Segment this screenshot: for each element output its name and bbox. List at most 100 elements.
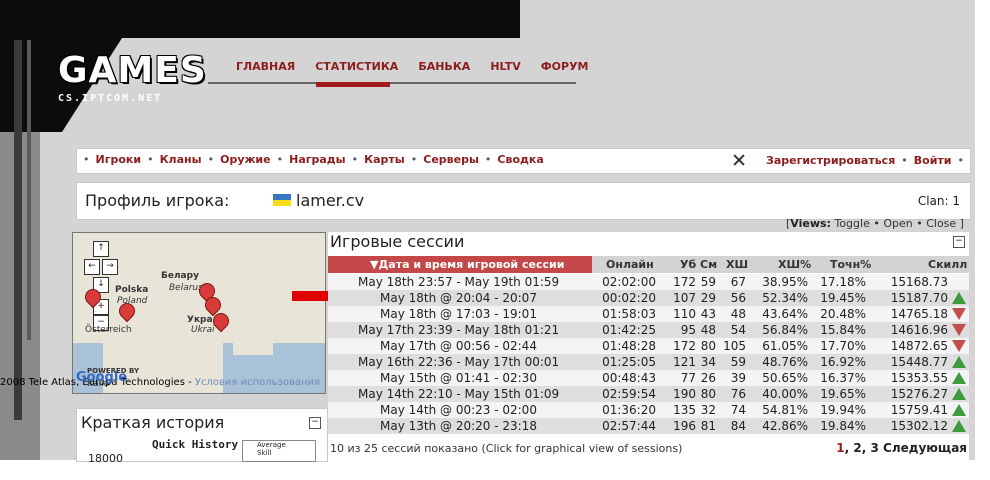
col-headshot-pct[interactable]: ХШ% <box>778 258 811 271</box>
session-date: May 18th @ 17:03 - 19:01 <box>380 307 537 321</box>
ukraine-flag-icon <box>273 194 291 206</box>
map-pan-left-icon[interactable]: ← <box>84 259 100 275</box>
nav-active-indicator <box>316 82 390 87</box>
map-pan-up-icon[interactable]: ↑ <box>93 241 109 257</box>
session-row[interactable]: May 17th 23:39 - May 18th 01:21 01:42:25 9… <box>328 322 969 338</box>
login-link[interactable]: Войти <box>914 154 952 167</box>
menu-summary[interactable]: Сводка <box>497 153 543 166</box>
session-online: 02:57:44 <box>602 419 656 433</box>
session-acc: 19.84% <box>820 419 866 433</box>
register-link[interactable]: Зарегистрироваться <box>766 154 895 167</box>
col-headshots[interactable]: ХШ <box>726 258 748 271</box>
session-date: May 17th @ 00:56 - 02:44 <box>380 339 537 353</box>
map-terms-link[interactable]: Условия использования <box>195 377 320 388</box>
session-online: 01:48:28 <box>602 339 656 353</box>
col-kills[interactable]: Уб <box>680 258 696 271</box>
session-date: May 17th 23:39 - May 18th 01:21 <box>358 323 560 337</box>
session-row[interactable]: May 15th @ 01:41 - 02:30 00:48:43 77 26 39 50… <box>328 370 969 386</box>
session-hs: 76 <box>730 387 746 401</box>
views-controls: [Views: Toggle • Open • Close ] <box>786 217 964 230</box>
session-hs: 39 <box>730 371 746 385</box>
session-row[interactable]: May 14th @ 00:23 - 02:00 01:36:20 135 32 74 5… <box>328 402 969 418</box>
col-online[interactable]: Онлайн <box>606 258 654 271</box>
right-margin <box>975 0 990 460</box>
sessions-footer: 10 из 25 сессий показано (Click for grap… <box>328 440 969 458</box>
session-row[interactable]: May 16th 22:36 - May 17th 00:01 01:25:05 1… <box>328 354 969 370</box>
session-row[interactable]: May 18th @ 17:03 - 19:01 01:58:03 110 43 48 4… <box>328 306 969 322</box>
views-open[interactable]: Open <box>883 217 912 230</box>
menu-weapons[interactable]: Оружие <box>220 153 271 166</box>
nav-home[interactable]: ГЛАВНАЯ <box>236 60 295 73</box>
session-acc: 17.18% <box>820 275 866 289</box>
trend-up-icon <box>952 356 966 368</box>
session-row[interactable]: May 14th 22:10 - May 15th 01:09 02:59:54 1… <box>328 386 969 402</box>
session-row[interactable]: May 17th @ 00:56 - 02:44 01:48:28 172 80 105… <box>328 338 969 354</box>
views-close[interactable]: Close <box>926 217 956 230</box>
session-hsp: 54.81% <box>762 403 808 417</box>
page-3[interactable]: 3 <box>870 441 878 455</box>
nav-forum[interactable]: ФОРУМ <box>541 60 589 73</box>
nav-stats[interactable]: СТАТИСТИКА <box>315 60 398 73</box>
session-hsp: 50.65% <box>762 371 808 385</box>
menu-awards[interactable]: Награды <box>289 153 346 166</box>
map-pan-right-icon[interactable]: → <box>102 259 118 275</box>
player-name: lamer.cv <box>296 191 365 210</box>
nav-banka[interactable]: БАНЬКА <box>418 60 470 73</box>
sessions-summary-link[interactable]: 10 из 25 сессий показано (Click for grap… <box>330 442 682 455</box>
session-kills: 121 <box>673 355 696 369</box>
collapse-icon[interactable]: − <box>309 417 321 429</box>
stats-menu: • Игроки • Кланы • Оружие • Награды • Карты •… <box>76 148 971 174</box>
profile-header: Профиль игрока: lamer.cv Clan: 1 <box>76 182 971 220</box>
session-online: 02:59:54 <box>602 387 656 401</box>
session-hsp: 43.64% <box>762 307 808 321</box>
col-skill[interactable]: Скилл <box>928 258 967 271</box>
site-logo[interactable]: GAMES <box>58 50 207 91</box>
session-online: 01:25:05 <box>602 355 656 369</box>
collapse-icon[interactable]: − <box>953 236 965 248</box>
nav-hltv[interactable]: HLTV <box>490 60 520 73</box>
session-deaths: 32 <box>700 403 716 417</box>
session-skill: 14765.18 <box>890 307 948 321</box>
session-kills: 110 <box>673 307 696 321</box>
clan-info: Clan: 1 <box>917 194 960 208</box>
site-domain: CS.IPTCOM.NET <box>58 93 163 104</box>
session-row[interactable]: May 18th 23:57 - May 19th 01:59 02:02:00 1… <box>328 274 969 290</box>
session-online: 01:58:03 <box>602 307 656 321</box>
trend-down-icon <box>952 324 966 336</box>
session-hsp: 61.05% <box>762 339 808 353</box>
session-acc: 19.45% <box>820 291 866 305</box>
menu-clans[interactable]: Кланы <box>160 153 202 166</box>
session-kills: 190 <box>673 387 696 401</box>
col-accuracy[interactable]: Точн% <box>830 258 871 271</box>
session-date: May 18th 23:57 - May 19th 01:59 <box>358 275 560 289</box>
session-hs: 54 <box>730 323 746 337</box>
session-online: 00:48:43 <box>602 371 656 385</box>
session-hs: 67 <box>730 275 746 289</box>
trend-down-icon <box>952 308 966 320</box>
quick-history-y-tick: 18000 <box>88 452 123 465</box>
session-hsp: 56.84% <box>762 323 808 337</box>
session-acc: 16.37% <box>820 371 866 385</box>
views-toggle[interactable]: Toggle <box>834 217 869 230</box>
menu-players[interactable]: Игроки <box>96 153 142 166</box>
session-row[interactable]: May 18th @ 20:04 - 20:07 00:02:20 107 29 56 5… <box>328 290 969 306</box>
next-page-link[interactable]: Следующая <box>883 441 967 455</box>
col-deaths[interactable]: См <box>700 258 717 271</box>
decor-stripe-thin <box>27 40 31 340</box>
tools-icon[interactable] <box>732 153 746 167</box>
red-arrow-shaft <box>292 291 332 301</box>
session-hs: 59 <box>730 355 746 369</box>
session-row[interactable]: May 13th @ 20:20 - 23:18 02:57:44 196 81 84 4… <box>328 418 969 434</box>
page-2[interactable]: 2 <box>853 441 861 455</box>
col-date[interactable]: ▼Дата и время игровой сессии <box>370 258 564 271</box>
menu-servers[interactable]: Серверы <box>423 153 479 166</box>
quick-history-title: Quick History <box>152 438 239 451</box>
session-online: 01:42:25 <box>602 323 656 337</box>
session-skill: 14872.65 <box>890 339 948 353</box>
session-acc: 16.92% <box>820 355 866 369</box>
bottom-margin <box>0 460 990 480</box>
session-kills: 172 <box>673 275 696 289</box>
session-date: May 14th 22:10 - May 15th 01:09 <box>358 387 560 401</box>
menu-maps[interactable]: Карты <box>364 153 405 166</box>
session-hsp: 52.34% <box>762 291 808 305</box>
